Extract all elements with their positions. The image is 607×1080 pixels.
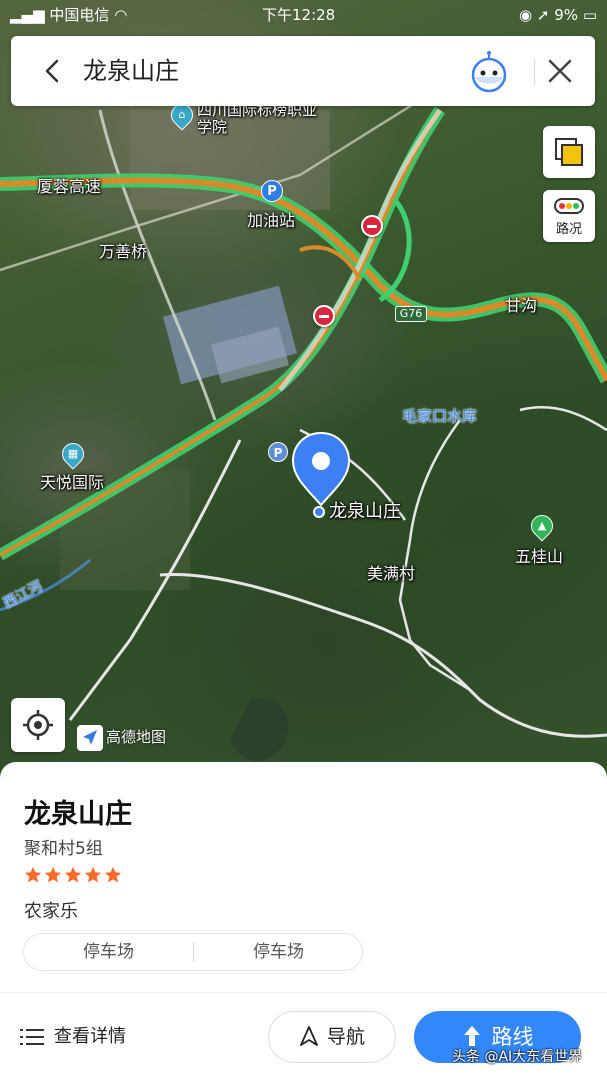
route-arrow-icon (463, 1026, 480, 1046)
signal-icon: ▂▄▆ (10, 6, 45, 24)
star-icon (84, 866, 102, 883)
destination-label[interactable]: 龙泉山庄 (329, 502, 401, 522)
place-address: 聚和村5组 (24, 839, 103, 859)
map-view[interactable]: ⌂ 四川国际标榜职业学院 厦蓉高速 P 加油站 万善桥 G76 甘沟 毛家口水库… (0, 0, 607, 790)
traffic-light-icon (554, 198, 584, 214)
layers-button[interactable] (543, 126, 595, 178)
star-icon (104, 866, 122, 883)
carrier-label: 中国电信 (49, 6, 110, 24)
star-icon (64, 866, 82, 883)
view-details-button[interactable]: 查看详情 (20, 1022, 126, 1052)
highway-label: 厦蓉高速 (37, 177, 102, 196)
back-arrow-icon[interactable] (39, 57, 67, 85)
search-bar[interactable]: 龙泉山庄 (11, 36, 595, 106)
place-category: 农家乐 (24, 901, 78, 922)
meiman-label[interactable]: 美满村 (367, 565, 415, 583)
facility-tag[interactable]: 停车场 (194, 934, 363, 970)
status-right: ◉ ➚ 9% ▭ (519, 0, 597, 30)
school-label[interactable]: 四川国际标榜职业学院 (197, 102, 317, 136)
list-icon (20, 1029, 44, 1045)
amap-logo-text: 高德地图 (106, 728, 167, 746)
g76-shield: G76 (395, 306, 427, 322)
wifi-icon: ◠ (114, 6, 128, 24)
navigate-button[interactable]: 导航 (268, 1011, 396, 1063)
no-entry-icon (313, 305, 335, 327)
view-details-label: 查看详情 (54, 1026, 126, 1047)
star-icon (24, 866, 42, 883)
sheet-divider (0, 992, 607, 993)
crosshair-icon (23, 710, 53, 740)
locate-me-button[interactable] (11, 698, 65, 752)
layers-icon (555, 138, 583, 166)
status-bar: ▂▄▆ 中国电信 ◠ 下午12:28 ◉ ➚ 9% ▭ (0, 0, 607, 30)
watermark: 头条 @AI大东看世界 (452, 1049, 583, 1065)
wanshan-bridge-label[interactable]: 万善桥 (99, 243, 147, 261)
navigate-label: 导航 (326, 1026, 365, 1048)
place-name: 龙泉山庄 (24, 799, 132, 830)
rating-stars (24, 866, 124, 886)
clock: 下午12:28 (262, 6, 336, 24)
wuguishan-label[interactable]: 五桂山 (515, 548, 563, 566)
traffic-button[interactable]: 路况 (543, 190, 595, 242)
battery-percent: 9% (554, 6, 579, 24)
status-left: ▂▄▆ 中国电信 ◠ (10, 0, 127, 30)
parking-icon[interactable]: P (261, 180, 283, 202)
star-icon (44, 866, 62, 883)
amap-logo: 高德地图 (77, 723, 166, 751)
orientation-lock-icon: ◉ (519, 6, 533, 24)
facility-tags: 停车场 停车场 (23, 933, 363, 971)
navigation-arrow-icon (300, 1025, 318, 1046)
reservoir-label[interactable]: 毛家口水库 (402, 407, 477, 425)
traffic-label: 路况 (555, 222, 582, 237)
search-divider (534, 58, 535, 86)
gas-station-label[interactable]: 加油站 (247, 212, 295, 230)
assistant-robot-icon[interactable] (467, 50, 511, 94)
amap-logo-icon (77, 724, 103, 751)
location-arrow-icon: ➚ (536, 6, 550, 24)
destination-pin-icon[interactable] (291, 431, 351, 507)
battery-icon: ▭ (582, 6, 597, 24)
destination-dot (313, 506, 325, 518)
no-entry-icon (361, 215, 383, 237)
tianyue-label[interactable]: 天悦国际 (40, 474, 104, 492)
gangou-label[interactable]: 甘沟 (505, 297, 537, 315)
place-detail-sheet[interactable]: 龙泉山庄 聚和村5组 农家乐 停车场 停车场 查看详情 导航 路线 (0, 762, 607, 1080)
search-query[interactable]: 龙泉山庄 (83, 56, 179, 86)
parking-icon[interactable]: P (268, 442, 288, 462)
facility-tag[interactable]: 停车场 (24, 934, 193, 970)
close-icon[interactable] (545, 56, 575, 86)
